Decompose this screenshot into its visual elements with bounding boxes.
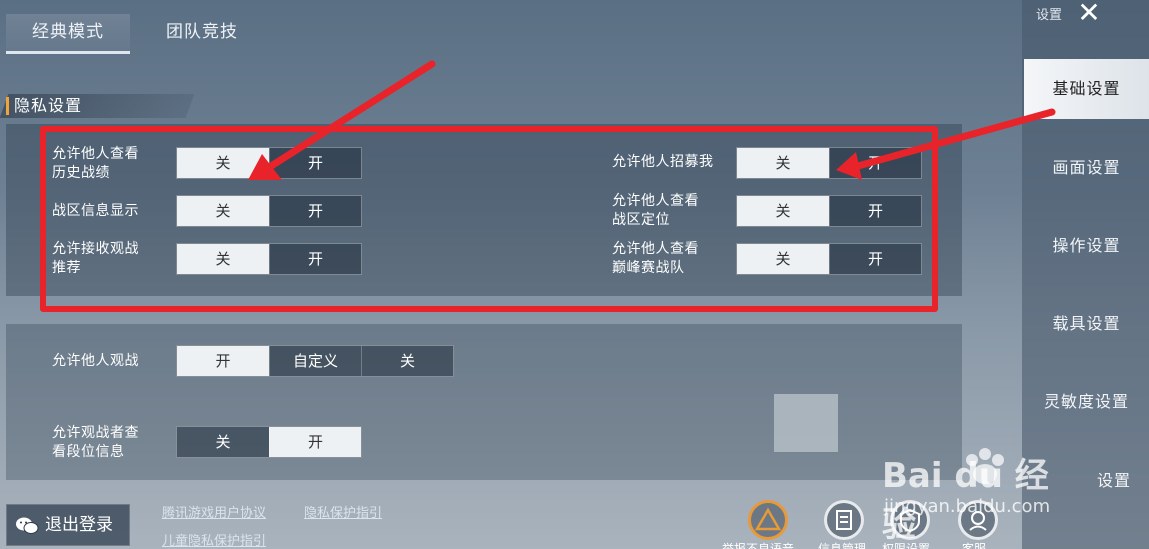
history-on-option[interactable]: 开 bbox=[269, 148, 361, 178]
baidu-watermark: Bai du 经验 jingyan.baidu.com bbox=[882, 440, 1082, 545]
region-loc-label-line2: 战区定位 bbox=[612, 212, 670, 228]
tab-classic[interactable]: 经典模式 bbox=[6, 14, 130, 54]
history-off-option[interactable]: 关 bbox=[177, 148, 269, 178]
allow-spectate-label: 允许他人观战 bbox=[52, 353, 139, 369]
sidebar-item-controls[interactable]: 操作设置 bbox=[1024, 216, 1149, 276]
logout-label: 退出登录 bbox=[45, 515, 113, 535]
spectate-rec-on-option[interactable]: 开 bbox=[269, 244, 361, 274]
info-manage-label: 信息管理 bbox=[818, 542, 867, 549]
region-loc-toggle: 关 开 bbox=[736, 195, 922, 227]
rank-info-label-line1: 允许观战者查 bbox=[52, 425, 139, 441]
allow-spectate-custom-option[interactable]: 自定义 bbox=[269, 346, 361, 376]
region-loc-off-option[interactable]: 关 bbox=[737, 196, 829, 226]
region-on-option[interactable]: 开 bbox=[269, 196, 361, 226]
region-label: 战区信息显示 bbox=[52, 203, 139, 219]
section-accent-bar bbox=[6, 97, 9, 115]
peak-team-label: 允许他人查看 巅峰赛战队 bbox=[612, 240, 699, 278]
sidebar-item-sensitivity[interactable]: 灵敏度设置 bbox=[1024, 372, 1149, 432]
peak-team-label-line1: 允许他人查看 bbox=[612, 241, 699, 257]
region-loc-label: 允许他人查看 战区定位 bbox=[612, 192, 699, 230]
sidebar-item-vehicle[interactable]: 载具设置 bbox=[1024, 294, 1149, 354]
spectate-rec-label-line1: 允许接收观战 bbox=[52, 241, 139, 257]
blurred-element bbox=[774, 394, 838, 452]
region-toggle: 关 开 bbox=[176, 195, 362, 227]
section-title: 隐私设置 bbox=[0, 94, 195, 118]
logout-button[interactable]: 退出登录 bbox=[6, 504, 130, 546]
sidebar-item-graphics[interactable]: 画面设置 bbox=[1024, 138, 1149, 198]
rank-info-on-option[interactable]: 开 bbox=[269, 427, 361, 457]
settings-title: 设置 bbox=[1036, 8, 1063, 23]
recruit-on-option[interactable]: 开 bbox=[829, 148, 921, 178]
region-off-option[interactable]: 关 bbox=[177, 196, 269, 226]
privacy-guide-link[interactable]: 隐私保护指引 bbox=[304, 502, 382, 521]
history-toggle: 关 开 bbox=[176, 147, 362, 179]
info-manage-icon[interactable] bbox=[824, 500, 864, 540]
peak-team-off-option[interactable]: 关 bbox=[737, 244, 829, 274]
peak-team-on-option[interactable]: 开 bbox=[829, 244, 921, 274]
section-title-text: 隐私设置 bbox=[14, 96, 83, 115]
rank-info-label-line2: 看段位信息 bbox=[52, 444, 125, 460]
spectate-rec-label: 允许接收观战 推荐 bbox=[52, 240, 139, 278]
warning-icon[interactable] bbox=[748, 500, 788, 540]
watermark-url: jingyan.baidu.com bbox=[884, 496, 1051, 517]
report-voice-label: 举报不良语音 bbox=[722, 542, 795, 549]
allow-spectate-off-option[interactable]: 关 bbox=[361, 346, 453, 376]
allow-spectate-on-option[interactable]: 开 bbox=[177, 346, 269, 376]
history-label: 允许他人查看 历史战绩 bbox=[52, 145, 139, 183]
spectate-rec-toggle: 关 开 bbox=[176, 243, 362, 275]
spectate-rec-label-line2: 推荐 bbox=[52, 260, 81, 276]
history-label-line2: 历史战绩 bbox=[52, 165, 110, 181]
history-label-line1: 允许他人查看 bbox=[52, 146, 139, 162]
region-loc-label-line1: 允许他人查看 bbox=[612, 193, 699, 209]
tab-team[interactable]: 团队竞技 bbox=[140, 14, 264, 54]
peak-team-toggle: 关 开 bbox=[736, 243, 922, 275]
recruit-off-option[interactable]: 关 bbox=[737, 148, 829, 178]
wechat-icon bbox=[16, 517, 39, 534]
mode-tabs: 经典模式 团队竞技 bbox=[0, 0, 1020, 60]
close-icon[interactable]: ✕ bbox=[1072, 0, 1106, 28]
rank-info-off-option[interactable]: 关 bbox=[177, 427, 269, 457]
rank-info-label: 允许观战者查 看段位信息 bbox=[52, 424, 139, 462]
allow-spectate-toggle: 开 自定义 关 bbox=[176, 345, 454, 377]
user-agreement-link[interactable]: 腾讯游戏用户协议 bbox=[162, 502, 266, 521]
rank-info-toggle: 关 开 bbox=[176, 426, 362, 458]
peak-team-label-line2: 巅峰赛战队 bbox=[612, 260, 685, 276]
sidebar-item-basic[interactable]: 基础设置 bbox=[1024, 59, 1149, 119]
region-loc-on-option[interactable]: 开 bbox=[829, 196, 921, 226]
recruit-toggle: 关 开 bbox=[736, 147, 922, 179]
child-privacy-link[interactable]: 儿童隐私保护指引 bbox=[162, 530, 266, 549]
spectate-rec-off-option[interactable]: 关 bbox=[177, 244, 269, 274]
recruit-label: 允许他人招募我 bbox=[612, 154, 714, 170]
